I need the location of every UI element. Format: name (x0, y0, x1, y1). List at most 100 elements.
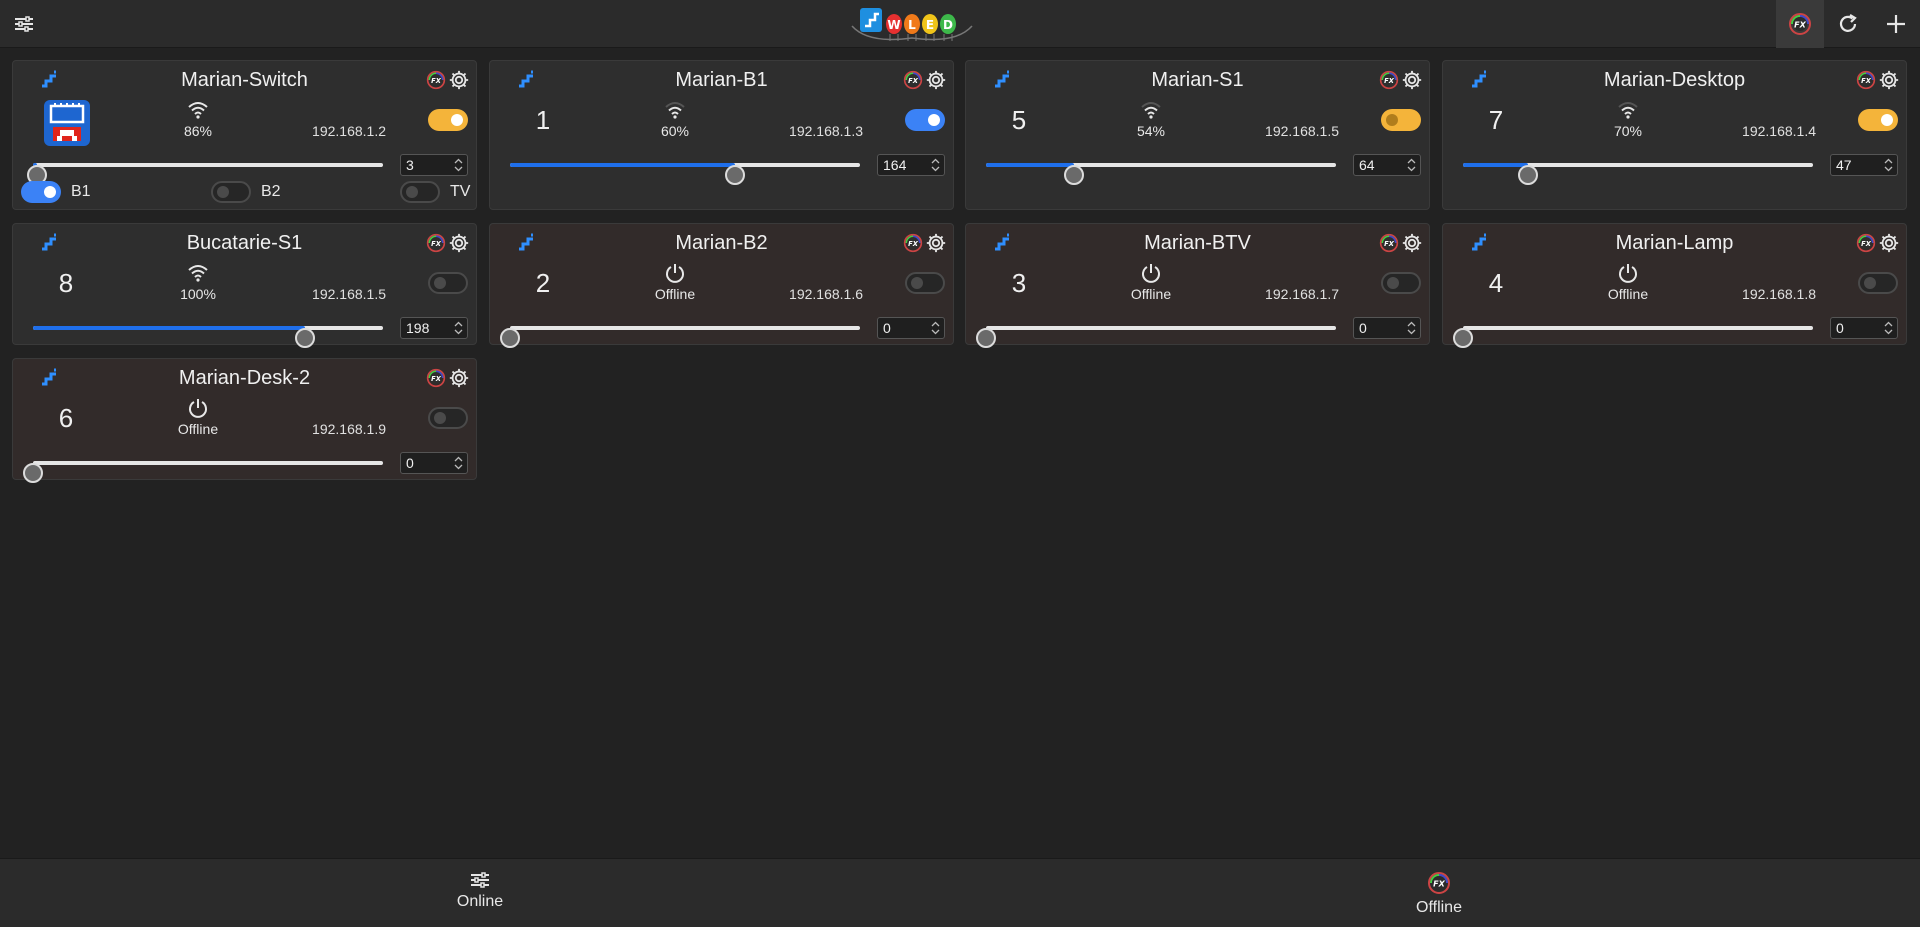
power-toggle[interactable] (1381, 109, 1421, 131)
device-name: Marian-Desk-2 (178, 367, 311, 389)
power-toggle[interactable] (905, 109, 945, 131)
fx-icon[interactable]: FX (903, 233, 923, 253)
brightness-input[interactable]: 64 (1353, 154, 1421, 176)
sliders-icon[interactable] (8, 8, 40, 40)
gear-icon[interactable] (1401, 69, 1423, 91)
svg-text:E: E (926, 18, 934, 32)
power-toggle[interactable] (428, 109, 468, 131)
svg-text:FX: FX (1861, 240, 1872, 248)
brightness-slider[interactable] (21, 153, 395, 185)
toggle-knob (451, 114, 463, 126)
slider-thumb[interactable] (1517, 165, 1538, 185)
wled-icon[interactable] (39, 69, 59, 89)
gear-icon[interactable] (1878, 69, 1900, 91)
wled-icon[interactable] (992, 69, 1012, 89)
spinner-arrows-icon[interactable] (1407, 321, 1416, 335)
fx-icon[interactable]: FX (1379, 70, 1399, 90)
power-toggle[interactable] (1858, 272, 1898, 294)
fx-icon[interactable]: FX (1856, 70, 1876, 90)
segment-toggle[interactable] (21, 181, 61, 203)
brightness-slider[interactable] (21, 451, 395, 483)
brightness-input[interactable]: 47 (1830, 154, 1898, 176)
fx-icon[interactable]: FX (1379, 233, 1399, 253)
gear-icon[interactable] (448, 232, 470, 254)
power-toggle[interactable] (1858, 109, 1898, 131)
toggle-knob (1864, 277, 1876, 289)
fx-icon[interactable]: FX (426, 70, 446, 90)
brightness-value: 198 (406, 320, 430, 336)
slider-thumb[interactable] (294, 328, 315, 348)
toggle-knob (1881, 114, 1893, 126)
brightness-slider[interactable] (1451, 316, 1825, 348)
brightness-slider[interactable] (974, 316, 1348, 348)
sliders-icon (471, 872, 489, 888)
slider-thumb[interactable] (23, 463, 43, 483)
brightness-slider[interactable] (21, 316, 395, 348)
fx-icon[interactable]: FX (903, 70, 923, 90)
fx-icon[interactable]: FX (426, 368, 446, 388)
wled-icon[interactable] (992, 232, 1012, 252)
ip-address: 192.168.1.4 (1742, 123, 1816, 139)
toggle-knob (1387, 277, 1399, 289)
device-status: 54% (1111, 99, 1191, 139)
spinner-arrows-icon[interactable] (1407, 158, 1416, 172)
power-toggle[interactable] (428, 272, 468, 294)
brightness-input[interactable]: 0 (1353, 317, 1421, 339)
power-toggle[interactable] (905, 272, 945, 294)
wifi-icon (188, 102, 208, 119)
wled-icon[interactable] (39, 232, 59, 252)
wled-icon[interactable] (1469, 69, 1489, 89)
plus-icon[interactable] (1872, 0, 1920, 48)
brightness-input[interactable]: 164 (877, 154, 945, 176)
gear-icon[interactable] (925, 69, 947, 91)
brightness-slider[interactable] (1451, 153, 1825, 185)
toggle-knob (406, 186, 418, 198)
slider-thumb[interactable] (725, 165, 746, 185)
power-toggle[interactable] (1381, 272, 1421, 294)
slider-thumb[interactable] (1063, 165, 1084, 185)
power-icon (189, 399, 207, 418)
spinner-arrows-icon[interactable] (454, 456, 463, 470)
brightness-slider[interactable] (974, 153, 1348, 185)
device-number: 2 (535, 268, 551, 298)
spinner-arrows-icon[interactable] (1884, 158, 1893, 172)
brightness-input[interactable]: 0 (1830, 317, 1898, 339)
brightness-slider[interactable] (498, 153, 872, 185)
brightness-input[interactable]: 198 (400, 317, 468, 339)
gear-icon[interactable] (448, 367, 470, 389)
brightness-input[interactable]: 0 (400, 452, 468, 474)
slider-thumb[interactable] (500, 328, 520, 348)
fx-icon[interactable]: FX (426, 233, 446, 253)
spinner-arrows-icon[interactable] (1884, 321, 1893, 335)
wled-icon[interactable] (39, 367, 59, 387)
toggle-knob (911, 277, 923, 289)
segment-toggle[interactable] (400, 181, 440, 203)
wled-icon[interactable] (516, 69, 536, 89)
svg-text:FX: FX (908, 77, 919, 85)
slider-thumb[interactable] (1453, 328, 1473, 348)
ip-address: 192.168.1.5 (1265, 123, 1339, 139)
brightness-input[interactable]: 3 (400, 154, 468, 176)
brightness-value: 64 (1359, 157, 1375, 173)
refresh-icon[interactable] (1824, 0, 1872, 48)
wled-icon[interactable] (1469, 232, 1489, 252)
spinner-arrows-icon[interactable] (931, 158, 940, 172)
spinner-arrows-icon[interactable] (454, 158, 463, 172)
spinner-arrows-icon[interactable] (931, 321, 940, 335)
svg-text:FX: FX (1384, 77, 1395, 85)
power-toggle[interactable] (428, 407, 468, 429)
gear-icon[interactable] (925, 232, 947, 254)
brightness-input[interactable]: 0 (877, 317, 945, 339)
wled-icon[interactable] (516, 232, 536, 252)
gear-icon[interactable] (448, 69, 470, 91)
segment-toggle[interactable] (211, 181, 251, 203)
offline-tab[interactable]: FX Offline (1379, 871, 1499, 917)
slider-thumb[interactable] (976, 328, 996, 348)
fx-icon[interactable]: FX (1776, 0, 1824, 48)
gear-icon[interactable] (1401, 232, 1423, 254)
gear-icon[interactable] (1878, 232, 1900, 254)
fx-icon[interactable]: FX (1856, 233, 1876, 253)
spinner-arrows-icon[interactable] (454, 321, 463, 335)
online-tab[interactable]: Online (420, 871, 540, 911)
brightness-slider[interactable] (498, 316, 872, 348)
